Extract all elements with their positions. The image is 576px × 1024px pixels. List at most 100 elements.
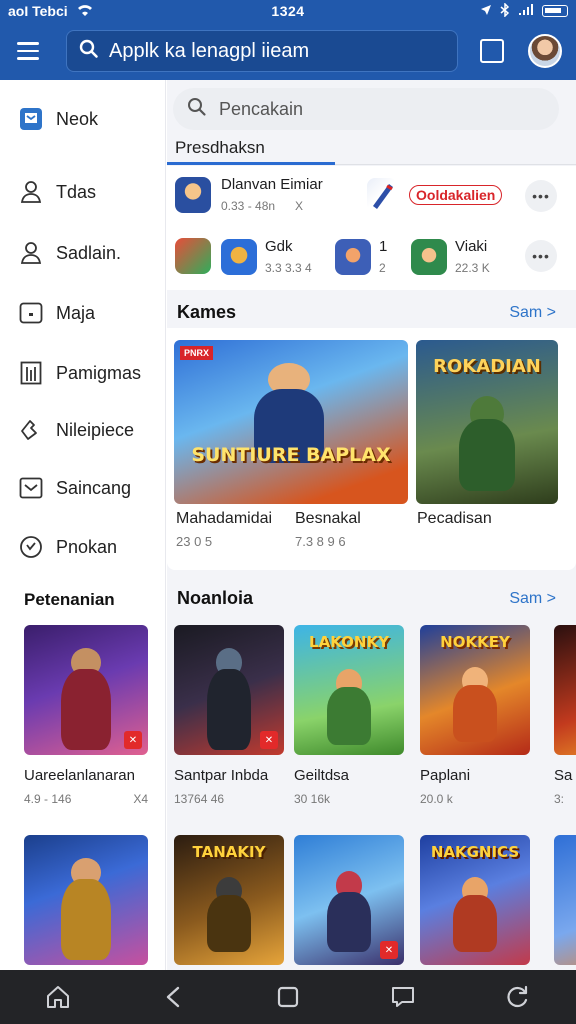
game-card[interactable]: LAKONKY Geiltdsa 30 16k	[294, 625, 404, 806]
carrier-label: aoI Tebci	[8, 3, 68, 19]
game-meta: 13764 46	[174, 792, 225, 806]
person-icon	[18, 180, 44, 204]
chat-icon[interactable]	[381, 975, 425, 1019]
section-title-kames: Kames	[177, 302, 237, 322]
puzzle-icon	[18, 418, 44, 442]
game-card[interactable]: Sa 3:	[554, 625, 576, 806]
quick-app-meta: 22.3 K	[455, 261, 490, 275]
sidebar-item-pnokan[interactable]: Pnokan	[18, 532, 117, 562]
app-icon	[335, 238, 371, 275]
quick-app-meta: 0.33 - 48n	[221, 199, 276, 213]
sidebar-game-card[interactable]	[24, 835, 148, 965]
card-meta2: X4	[133, 792, 148, 806]
game-title: Besnakal	[295, 510, 361, 527]
see-all-link[interactable]: Sam >	[509, 304, 556, 322]
game-card[interactable]: TANAKIY	[174, 835, 284, 965]
sidebar-item-sadlain[interactable]: Sadlain.	[18, 238, 121, 268]
close-icon[interactable]: X	[295, 199, 303, 213]
bluetooth-icon	[500, 1, 510, 20]
sidebar-item-tdas[interactable]: Tdas	[18, 177, 96, 207]
quick-app-item[interactable]: 1 2	[335, 238, 387, 275]
sidebar-item-pamigmas[interactable]: Pamigmas	[18, 358, 141, 388]
main-panel: Pencakain Presdhaksn Dlanvan Eimiar 0.33…	[167, 80, 576, 970]
sidebar-section-title: Petenanian	[24, 590, 115, 609]
section-title-noanloia: Noanloia	[177, 588, 254, 608]
game-card[interactable]: ✕	[294, 835, 404, 965]
sidebar-item-saincang[interactable]: Saincang	[18, 473, 131, 503]
tab-indicator	[167, 162, 335, 165]
search-text: Applk ka lenagpl iieam	[109, 39, 310, 62]
sidebar-item-label: Nileipiece	[56, 419, 135, 440]
quick-app-title: Dlanvan Eimiar	[221, 176, 323, 193]
card-title: Uareelanlanaran	[24, 767, 135, 784]
app-icon	[221, 238, 257, 275]
game-card[interactable]	[554, 835, 576, 965]
battery-icon	[542, 5, 568, 17]
quick-apps-card: Dlanvan Eimiar 0.33 - 48n X Ooldakalien …	[167, 166, 576, 290]
game-thumbnail	[554, 835, 576, 965]
game-thumbnail: NOKKEY	[420, 625, 530, 755]
quick-app-meta: 2	[379, 261, 386, 275]
sidebar-item-label: Neok	[56, 108, 99, 129]
quick-app-item[interactable]	[175, 238, 211, 274]
more-button[interactable]: •••	[525, 180, 557, 212]
quick-app-item[interactable]: Viaki 22.3 K	[411, 238, 490, 275]
sidebar-item-label: Pamigmas	[56, 362, 142, 383]
sidebar-item-label: Pnokan	[56, 536, 118, 557]
game-art-title: SUNTIURE BAPLAX	[191, 444, 391, 466]
sidebar-item-neok[interactable]: Neok	[18, 104, 98, 134]
menu-icon[interactable]	[12, 34, 46, 68]
back-icon[interactable]	[151, 975, 195, 1019]
game-card[interactable]: ✕ Santpar Inbda 13764 46	[174, 625, 284, 806]
home-icon[interactable]	[36, 975, 80, 1019]
main-search-input[interactable]: Pencakain	[173, 88, 559, 130]
badge: ✕	[124, 731, 142, 749]
game-thumbnail: ✕	[294, 835, 404, 965]
refresh-icon[interactable]	[496, 975, 540, 1019]
game-title: Santpar Inbda	[174, 767, 269, 784]
window-icon[interactable]	[480, 39, 504, 63]
person-icon	[18, 241, 44, 265]
avatar[interactable]	[528, 34, 562, 68]
game-title: Paplani	[420, 767, 471, 784]
game-card[interactable]: NAKGNICS	[420, 835, 530, 965]
card-meta: 4.9 - 146	[24, 792, 72, 806]
sidebar-item-label: Saincang	[56, 477, 132, 498]
sidebar-item-label: Tdas	[56, 181, 97, 202]
bottom-nav	[0, 970, 576, 1024]
more-button[interactable]: •••	[525, 240, 557, 272]
featured-game-card[interactable]: PNRX SUNTIURE BAPLAX	[174, 340, 408, 504]
badge: PNRX	[180, 346, 214, 360]
app-bar: Applk ka lenagpl iieam	[0, 22, 576, 80]
game-thumbnail	[24, 835, 148, 965]
sidebar-item-maja[interactable]: Maja	[18, 298, 95, 328]
quick-app-item[interactable]: Ooldakalien	[367, 178, 503, 212]
quick-app-title: Gdk	[265, 238, 293, 255]
quick-app-item[interactable]: Gdk 3.3 3.3 4	[221, 238, 312, 275]
signal-icon	[518, 3, 534, 19]
featured-game-card[interactable]: ROKADIAN	[416, 340, 558, 504]
game-art-title: NAKGNICS	[430, 843, 520, 861]
heart-icon	[18, 535, 44, 559]
see-all-link[interactable]: Sam >	[509, 590, 556, 608]
game-meta: 3:	[554, 792, 565, 806]
game-card[interactable]: NOKKEY Paplani 20.0 k	[420, 625, 530, 806]
sidebar-item-nileipiece[interactable]: Nileipiece	[18, 415, 134, 445]
badge: ✕	[380, 941, 398, 959]
quick-app-item[interactable]: Dlanvan Eimiar 0.33 - 48n X	[175, 176, 323, 213]
quick-app-meta: 3.3 3.3 4	[265, 261, 312, 275]
app-icon	[175, 238, 211, 274]
game-art-title: TANAKIY	[192, 843, 266, 861]
wifi-icon	[76, 3, 94, 20]
badge: ✕	[260, 731, 278, 749]
sidebar-game-card[interactable]: ✕ Uareelanlanaran 4.9 - 146 X4	[24, 625, 148, 806]
game-meta: 23 0 5	[176, 534, 213, 549]
square-icon[interactable]	[266, 975, 310, 1019]
location-icon	[480, 3, 492, 19]
tab-presdhaksn[interactable]: Presdhaksn	[175, 138, 265, 158]
game-meta: 7.3 8 9 6	[295, 534, 346, 549]
game-title: Pecadisan	[417, 510, 492, 527]
quick-app-title: 1	[379, 238, 388, 255]
search-placeholder: Pencakain	[219, 98, 304, 119]
app-search-input[interactable]: Applk ka lenagpl iieam	[66, 30, 458, 72]
